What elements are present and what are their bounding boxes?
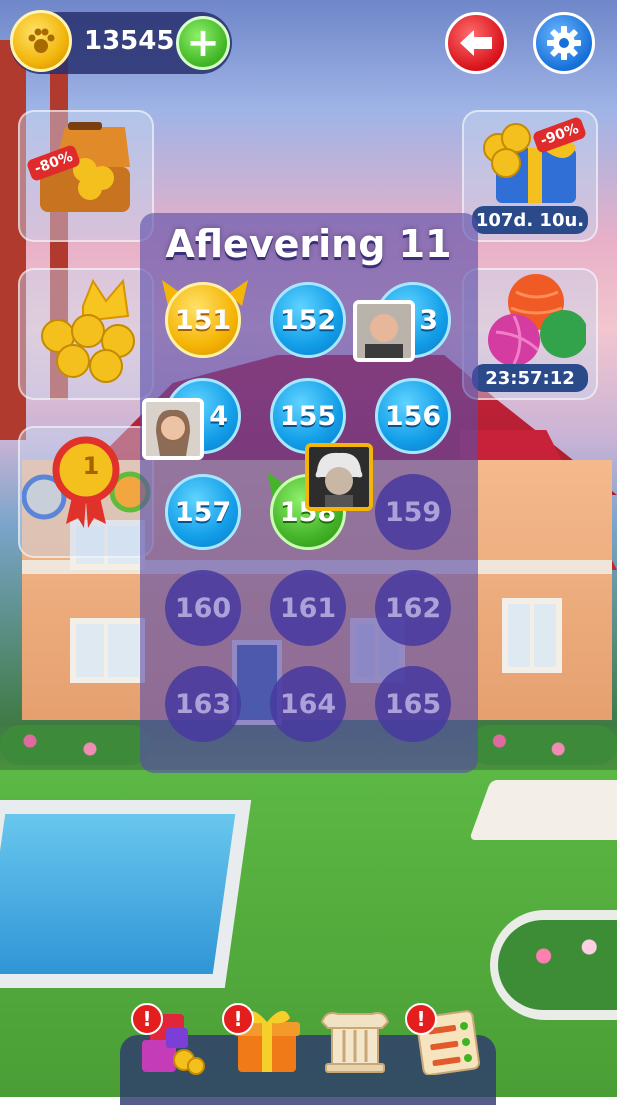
notification-alert: ! — [405, 1003, 437, 1035]
notification-alert: ! — [222, 1003, 254, 1035]
settings-button[interactable] — [533, 12, 595, 74]
paw-icon — [28, 28, 55, 53]
back-button[interactable] — [445, 12, 507, 74]
yarn-balls-icon — [488, 274, 586, 366]
level-165-locked[interactable]: 165 — [375, 666, 451, 742]
medal-rank: 1 — [82, 452, 100, 480]
friend-photo — [357, 304, 411, 358]
episode-title: Aflevering 11 — [165, 222, 452, 266]
coin-crown-offer[interactable] — [18, 268, 154, 400]
level-152[interactable]: 152 — [270, 282, 346, 358]
house-window — [70, 618, 145, 683]
medals-icon — [22, 436, 151, 528]
swimming-pool — [0, 800, 252, 988]
arrow-left-icon — [460, 30, 492, 56]
pool-lounger — [469, 780, 617, 840]
pillar-icon — [320, 1012, 390, 1073]
friend-avatar — [142, 398, 204, 460]
house-window — [502, 598, 562, 673]
notification-alert: ! — [131, 1003, 163, 1035]
friend-avatar — [353, 300, 415, 362]
level-156[interactable]: 156 — [375, 378, 451, 454]
level-159-locked[interactable]: 159 — [375, 474, 451, 550]
offer-timer: 23:57:12 — [472, 364, 588, 392]
crown-coins-icon — [41, 278, 135, 383]
level-163-locked[interactable]: 163 — [165, 666, 241, 742]
player-avatar — [305, 443, 373, 511]
medals-ranking-button[interactable]: 1 — [18, 426, 154, 558]
level-151[interactable]: 151 — [165, 282, 241, 358]
coin-amount: 13545 — [84, 26, 175, 56]
flower-hedge — [470, 725, 617, 765]
plus-icon: + — [186, 20, 220, 66]
paw-coin-icon — [10, 10, 72, 72]
level-161-locked[interactable]: 161 — [270, 570, 346, 646]
level-164-locked[interactable]: 164 — [270, 666, 346, 742]
add-coins-button[interactable]: + — [176, 16, 230, 70]
flower-bed — [490, 910, 617, 1020]
gear-icon — [547, 26, 581, 60]
player-photo — [309, 447, 369, 507]
yarn-offer[interactable]: 23:57:12 — [462, 268, 598, 400]
level-162-locked[interactable]: 162 — [375, 570, 451, 646]
level-157[interactable]: 157 — [165, 474, 241, 550]
flower-hedge — [0, 725, 150, 765]
building-button[interactable] — [318, 1000, 390, 1075]
friend-photo — [146, 402, 200, 456]
level-160-locked[interactable]: 160 — [165, 570, 241, 646]
